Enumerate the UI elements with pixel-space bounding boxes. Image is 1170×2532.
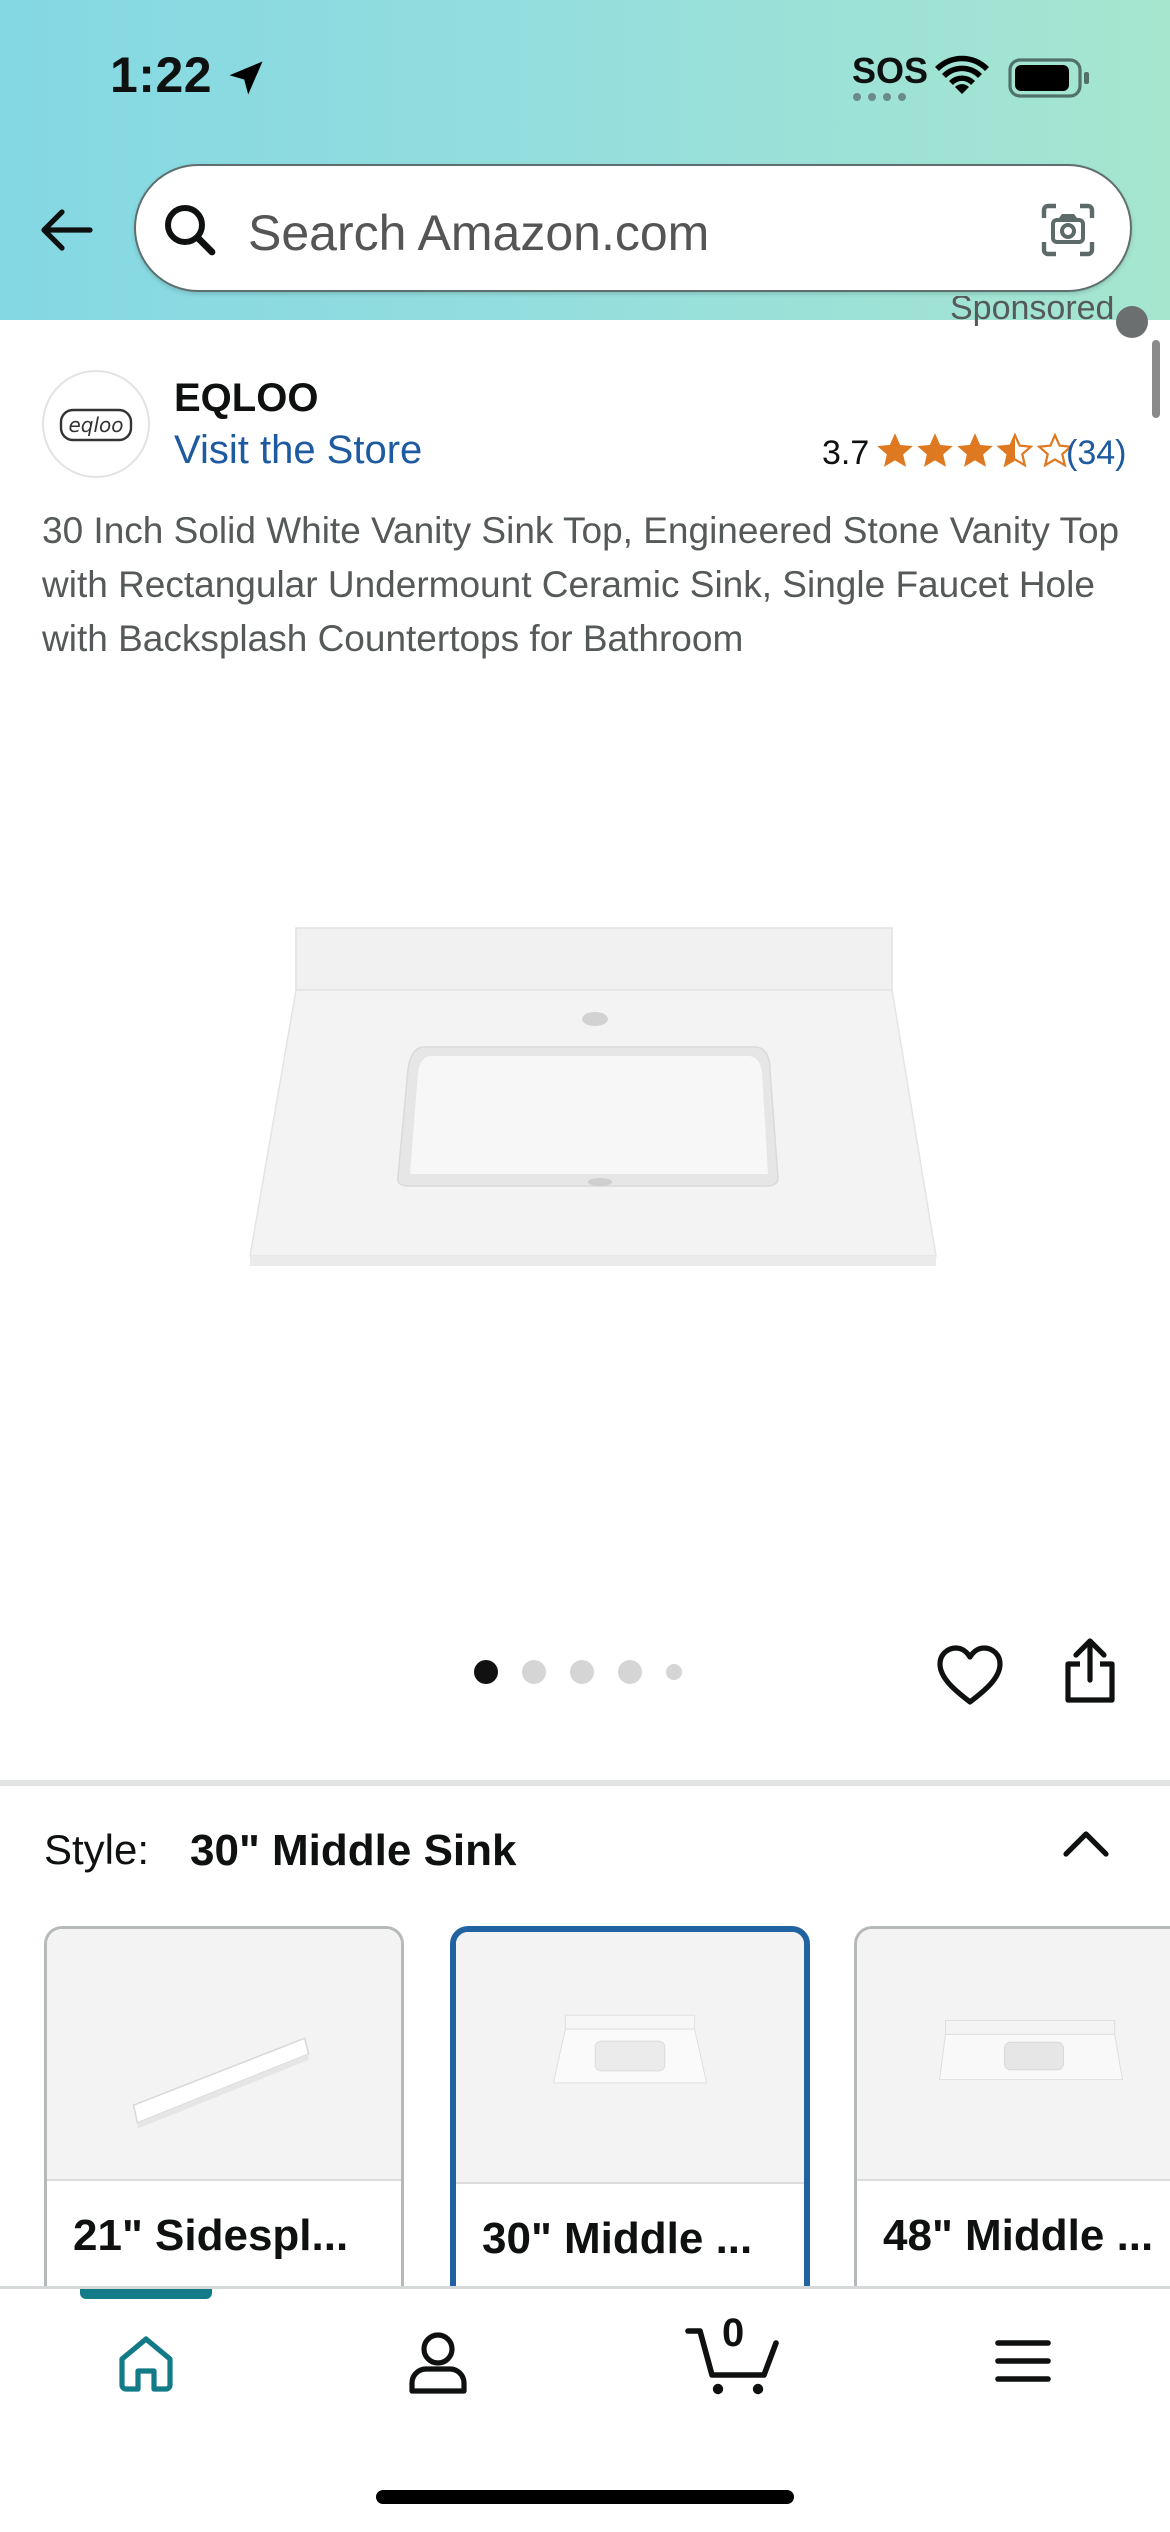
style-option-image (47, 1929, 401, 2181)
carousel-dot[interactable] (666, 1664, 682, 1680)
carousel-dot[interactable] (522, 1660, 546, 1684)
search-icon (165, 205, 216, 256)
product-image[interactable] (240, 920, 940, 1270)
brand-logo-icon: eqloo (59, 408, 133, 442)
middle-sink-30-thumbnail (552, 2014, 708, 2084)
star-half-icon (996, 432, 1034, 468)
header-bar: 1:22 SOS Search Amazon.com (0, 0, 1170, 320)
location-arrow-icon (229, 61, 263, 95)
style-option-image (456, 1932, 804, 2184)
heart-icon[interactable] (936, 1644, 1004, 1706)
home-indicator[interactable] (376, 2490, 794, 2504)
sos-indicator: SOS (852, 50, 929, 91)
sidesplash-thumbnail (132, 2037, 310, 2129)
share-icon[interactable] (1060, 1636, 1120, 1706)
style-label: Style: (44, 1826, 150, 1873)
style-option-label: 30" Middle ... (482, 2214, 753, 2263)
cart-count-badge: 0 (722, 2311, 745, 2355)
status-time: 1:22 (110, 47, 213, 103)
brand-logo[interactable]: eqloo (42, 370, 150, 478)
info-icon[interactable] (1116, 306, 1148, 338)
search-input[interactable]: Search Amazon.com (134, 164, 1132, 292)
rating-count-link[interactable]: (34) (1066, 434, 1126, 473)
home-icon[interactable] (114, 2331, 178, 2395)
battery-icon (1008, 58, 1089, 98)
search-placeholder: Search Amazon.com (248, 205, 710, 261)
rating-value: 3.7 (822, 434, 870, 472)
star-full-icon (877, 433, 913, 467)
chevron-up-icon[interactable] (1060, 1822, 1112, 1862)
style-option-label: 21" Sidespl... (73, 2211, 349, 2260)
style-option-card[interactable]: 48" Middle ... (854, 1926, 1170, 2346)
camera-search-icon[interactable] (1038, 200, 1098, 260)
carousel-dot[interactable] (570, 1660, 594, 1684)
carousel-dot[interactable] (618, 1660, 642, 1684)
section-divider (0, 1780, 1170, 1786)
product-title: 30 Inch Solid White Vanity Sink Top, Eng… (42, 510, 1120, 659)
sponsored-label: Sponsored (950, 296, 1115, 327)
style-option-card[interactable]: 21" Sidespl... (44, 1926, 404, 2346)
signal-dots-icon (853, 93, 906, 101)
back-arrow-icon[interactable] (36, 200, 96, 260)
style-option-label: 48" Middle ... (883, 2211, 1154, 2260)
image-carousel-dots[interactable] (474, 1660, 682, 1684)
account-icon[interactable] (406, 2329, 470, 2395)
middle-sink-48-thumbnail (939, 2020, 1124, 2081)
menu-icon[interactable] (994, 2337, 1052, 2385)
home-active-indicator (80, 2289, 212, 2299)
scrollbar (1152, 340, 1160, 418)
brand-logo-text: eqloo (68, 413, 123, 437)
star-full-icon (917, 433, 953, 467)
star-rating[interactable] (876, 432, 1074, 472)
style-selected-value: 30" Middle Sink (190, 1826, 517, 1875)
style-option-image (857, 1929, 1170, 2181)
visit-store-link[interactable]: Visit the Store (174, 428, 422, 473)
style-option-card-selected[interactable]: 30" Middle ... (450, 1926, 810, 2346)
star-full-icon (957, 433, 993, 467)
wifi-icon (935, 55, 989, 94)
carousel-dot-active[interactable] (474, 1660, 498, 1684)
brand-name[interactable]: EQLOO (174, 376, 318, 421)
